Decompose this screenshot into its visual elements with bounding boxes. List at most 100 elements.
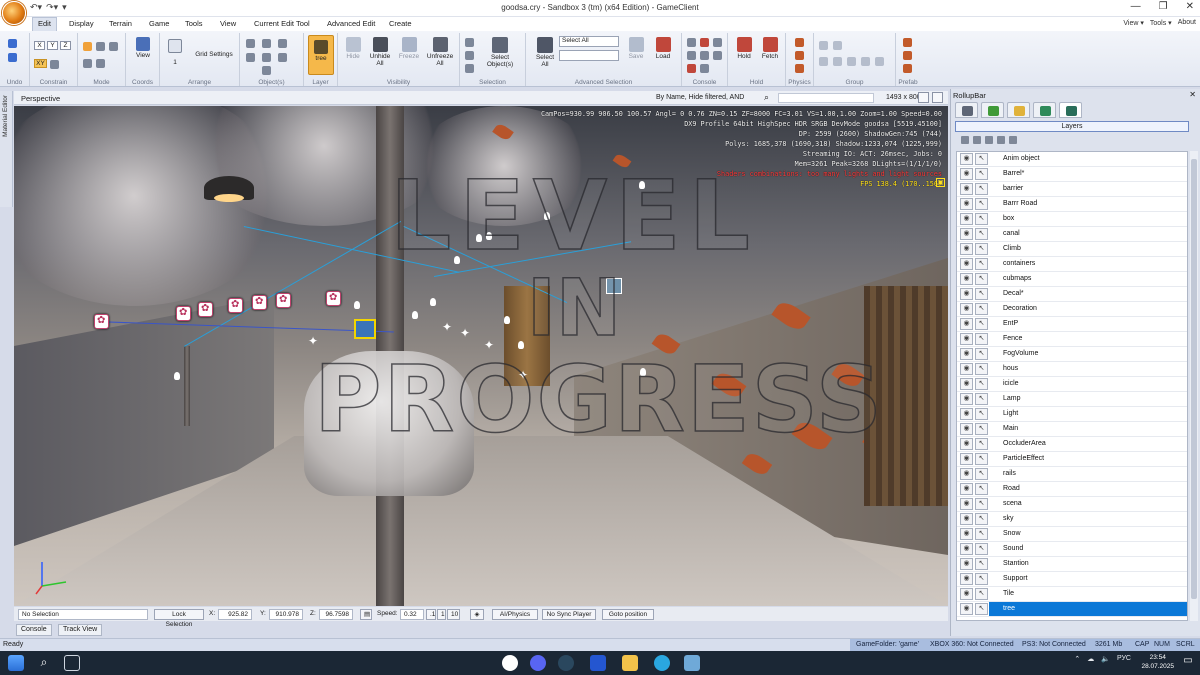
material-editor-tab[interactable]: Material Editor: [0, 91, 13, 207]
speed-input[interactable]: 0.32: [400, 609, 424, 620]
layer-row[interactable]: ◉ ↖ Barrr Road: [957, 197, 1187, 212]
eye-icon[interactable]: ◉: [960, 543, 973, 555]
cursor-icon[interactable]: ↖: [975, 438, 988, 450]
eye-icon[interactable]: ◉: [960, 198, 973, 210]
viewport-3d-scene[interactable]: ✦ ✦ ✦ ✦ ✦ CamPos=930.99 906.50 100.57 An…: [14, 106, 948, 606]
layer-row[interactable]: ◉ ↖ canal: [957, 227, 1187, 242]
cursor-icon[interactable]: ↖: [975, 558, 988, 570]
lock-coords-icon[interactable]: ▤: [360, 609, 372, 620]
layer-row[interactable]: ◉ ↖ EntP: [957, 317, 1187, 332]
cursor-icon[interactable]: ↖: [975, 258, 988, 270]
layer-list-scrollbar[interactable]: [1190, 151, 1198, 621]
cursor-icon[interactable]: ↖: [975, 573, 988, 585]
entity-marker-icon[interactable]: [94, 314, 109, 329]
prefab-reload-icon[interactable]: [903, 64, 912, 73]
eye-icon[interactable]: ◉: [960, 318, 973, 330]
layer-row[interactable]: ◉ ↖ Decoration: [957, 302, 1187, 317]
file-explorer-icon[interactable]: [622, 655, 638, 671]
group-ungroup-icon[interactable]: [833, 41, 842, 50]
minimize-button[interactable]: —: [1131, 1, 1141, 12]
constrain-z-button[interactable]: Z: [60, 41, 71, 50]
layers-section-header[interactable]: Layers: [955, 121, 1189, 132]
eye-icon[interactable]: ◉: [960, 303, 973, 315]
layer-row[interactable]: ◉ ↖ Tile: [957, 587, 1187, 602]
console-icon-6[interactable]: [713, 51, 722, 60]
clone-icon[interactable]: [262, 53, 271, 62]
group-create-icon[interactable]: [819, 41, 828, 50]
sync-player-button[interactable]: No Sync Player: [542, 609, 596, 620]
cursor-icon[interactable]: ↖: [975, 153, 988, 165]
sandbox-editor-taskbar-icon[interactable]: [684, 655, 700, 671]
notifications-icon[interactable]: ▭: [1180, 655, 1196, 671]
eye-icon[interactable]: ◉: [960, 558, 973, 570]
viewport-search-input[interactable]: [778, 93, 874, 103]
constrain-x-button[interactable]: X: [34, 41, 45, 50]
telegram-icon[interactable]: [654, 655, 670, 671]
redo-icon[interactable]: [8, 53, 17, 62]
rotate-icon[interactable]: [96, 42, 105, 51]
layer-row[interactable]: ◉ ↖ Decal*: [957, 287, 1187, 302]
cursor-icon[interactable]: ↖: [975, 483, 988, 495]
select-region-icon[interactable]: [465, 38, 474, 47]
layer-row[interactable]: ◉ ↖ Lamp: [957, 392, 1187, 407]
tab-modify[interactable]: [1007, 102, 1030, 118]
console-icon-7[interactable]: [687, 64, 696, 73]
physics-get-state-icon[interactable]: [795, 51, 804, 60]
eye-icon[interactable]: ◉: [960, 273, 973, 285]
cursor-icon[interactable]: ↖: [975, 378, 988, 390]
layer-row[interactable]: ◉ ↖ cubmaps: [957, 272, 1187, 287]
console-icon-4[interactable]: [687, 51, 696, 60]
layer-row[interactable]: ◉ ↖ containers: [957, 257, 1187, 272]
eye-icon[interactable]: ◉: [960, 243, 973, 255]
tab-console[interactable]: Console: [16, 624, 52, 636]
load-selection-button[interactable]: Load: [651, 37, 675, 60]
entity-marker-icon[interactable]: [176, 306, 191, 321]
group-attach-icon[interactable]: [847, 57, 856, 66]
eye-icon[interactable]: ◉: [960, 573, 973, 585]
eye-icon[interactable]: ◉: [960, 153, 973, 165]
eye-icon[interactable]: ◉: [960, 213, 973, 225]
layer-row[interactable]: ◉ ↖ Snow: [957, 527, 1187, 542]
layer-row[interactable]: ◉ ↖ icicle: [957, 377, 1187, 392]
layer-tree-button[interactable]: tree: [308, 35, 334, 75]
constrain-xy-button[interactable]: XY: [34, 59, 47, 68]
tab-terrain[interactable]: [981, 102, 1004, 118]
eye-icon[interactable]: ◉: [960, 423, 973, 435]
eye-icon[interactable]: ◉: [960, 438, 973, 450]
eye-icon[interactable]: ◉: [960, 333, 973, 345]
cursor-icon[interactable]: ↖: [975, 243, 988, 255]
cursor-icon[interactable]: ↖: [975, 423, 988, 435]
layer-row[interactable]: ◉ ↖ Light: [957, 407, 1187, 422]
undo-icon[interactable]: [8, 39, 17, 48]
align-icon[interactable]: [262, 39, 271, 48]
eye-icon[interactable]: ◉: [960, 348, 973, 360]
z-coordinate-field[interactable]: 96.7598: [319, 609, 353, 620]
prefab-make-icon[interactable]: [903, 38, 912, 47]
group-detach-icon[interactable]: [861, 57, 870, 66]
tab-objects[interactable]: [955, 102, 978, 118]
search-icon[interactable]: ⌕: [764, 92, 769, 103]
eye-icon[interactable]: ◉: [960, 258, 973, 270]
scatter-icon[interactable]: [278, 39, 287, 48]
yandex-browser-icon[interactable]: [502, 655, 518, 671]
taskbar-clock[interactable]: 23:54 28.07.2025: [1141, 653, 1174, 671]
physics-reset-icon[interactable]: [795, 64, 804, 73]
eye-icon[interactable]: ◉: [960, 228, 973, 240]
cursor-icon[interactable]: ↖: [975, 453, 988, 465]
layer-row[interactable]: ◉ ↖ scena: [957, 497, 1187, 512]
cursor-icon[interactable]: ↖: [975, 468, 988, 480]
import-layer-icon[interactable]: [997, 136, 1005, 144]
layer-row[interactable]: ◉ ↖ rails: [957, 467, 1187, 482]
hold-button[interactable]: Hold: [732, 37, 756, 60]
tab-track-view[interactable]: Track View: [58, 624, 103, 636]
layer-row[interactable]: ◉ ↖ Fence: [957, 332, 1187, 347]
cursor-icon[interactable]: ↖: [975, 588, 988, 600]
selection-set-dropdown[interactable]: Select All: [559, 36, 619, 47]
layer-row[interactable]: ◉ ↖ barrier: [957, 182, 1187, 197]
tab-view[interactable]: View: [215, 18, 241, 29]
console-icon-1[interactable]: [687, 38, 696, 47]
terrain-collision-icon[interactable]: ◈: [470, 609, 484, 620]
eye-icon[interactable]: ◉: [960, 453, 973, 465]
viewport-maximize-icon[interactable]: [932, 92, 943, 103]
freeze-button[interactable]: Freeze: [396, 37, 422, 60]
